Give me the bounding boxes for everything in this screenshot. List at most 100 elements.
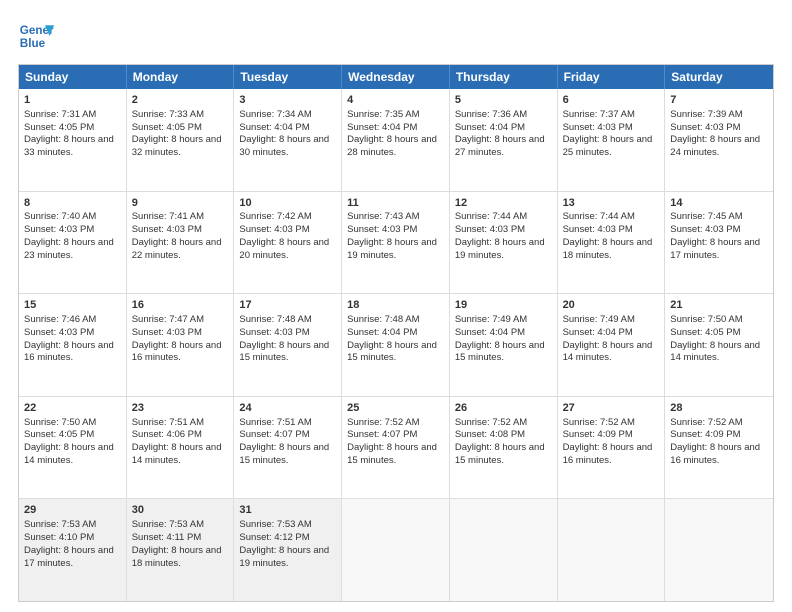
cal-cell: 18Sunrise: 7:48 AMSunset: 4:04 PMDayligh…	[342, 294, 450, 396]
sunset: Sunset: 4:03 PM	[132, 224, 202, 235]
cal-cell: 6Sunrise: 7:37 AMSunset: 4:03 PMDaylight…	[558, 89, 666, 191]
sunset: Sunset: 4:04 PM	[239, 122, 309, 133]
daylight: Daylight: 8 hours and 33 minutes.	[24, 134, 114, 158]
sunset: Sunset: 4:03 PM	[455, 224, 525, 235]
day-number: 24	[239, 401, 336, 416]
day-number: 31	[239, 503, 336, 518]
cal-cell: 4Sunrise: 7:35 AMSunset: 4:04 PMDaylight…	[342, 89, 450, 191]
cal-cell: 16Sunrise: 7:47 AMSunset: 4:03 PMDayligh…	[127, 294, 235, 396]
sunset: Sunset: 4:03 PM	[347, 224, 417, 235]
cal-cell: 27Sunrise: 7:52 AMSunset: 4:09 PMDayligh…	[558, 397, 666, 499]
day-number: 21	[670, 298, 768, 313]
cal-cell: 1Sunrise: 7:31 AM Sunset: 4:05 PMDaylight…	[19, 89, 127, 191]
day-number: 8	[24, 196, 121, 211]
sunset: Sunset: 4:04 PM	[563, 327, 633, 338]
daylight: Daylight: 8 hours and 19 minutes.	[239, 545, 329, 569]
day-number: 22	[24, 401, 121, 416]
logo-icon: General Blue	[18, 18, 54, 54]
daylight: Daylight: 8 hours and 17 minutes.	[24, 545, 114, 569]
cal-cell: 2Sunrise: 7:33 AMSunset: 4:05 PMDaylight…	[127, 89, 235, 191]
dow-saturday: Saturday	[665, 65, 773, 89]
logo: General Blue	[18, 18, 54, 54]
sunrise: Sunrise: 7:46 AM	[24, 314, 96, 325]
sunset: Sunset: 4:03 PM	[132, 327, 202, 338]
sunrise: Sunrise: 7:51 AM	[132, 417, 204, 428]
day-number: 16	[132, 298, 229, 313]
sunset: Sunset: 4:09 PM	[563, 429, 633, 440]
sunset: Sunset: 4:08 PM	[455, 429, 525, 440]
daylight: Daylight: 8 hours and 14 minutes.	[24, 442, 114, 466]
daylight: Daylight: 8 hours and 15 minutes.	[239, 340, 329, 364]
day-number: 10	[239, 196, 336, 211]
sunrise: Sunrise: 7:43 AM	[347, 211, 419, 222]
daylight: Daylight: 8 hours and 30 minutes.	[239, 134, 329, 158]
sunrise: Sunrise: 7:36 AM	[455, 109, 527, 120]
sunrise: Sunrise: 7:52 AM	[347, 417, 419, 428]
dow-sunday: Sunday	[19, 65, 127, 89]
daylight: Daylight: 8 hours and 22 minutes.	[132, 237, 222, 261]
sunset: Sunset: 4:06 PM	[132, 429, 202, 440]
cal-cell	[665, 499, 773, 601]
day-number: 20	[563, 298, 660, 313]
daylight: Daylight: 8 hours and 14 minutes.	[132, 442, 222, 466]
dow-thursday: Thursday	[450, 65, 558, 89]
cal-cell	[342, 499, 450, 601]
sunset: Sunset: 4:07 PM	[239, 429, 309, 440]
sunrise: Sunrise: 7:34 AM	[239, 109, 311, 120]
daylight: Daylight: 8 hours and 16 minutes.	[24, 340, 114, 364]
daylight: Daylight: 8 hours and 17 minutes.	[670, 237, 760, 261]
sunset: Sunset: 4:09 PM	[670, 429, 740, 440]
cal-cell: 13Sunrise: 7:44 AMSunset: 4:03 PMDayligh…	[558, 192, 666, 294]
day-number: 3	[239, 93, 336, 108]
calendar: Sunday Monday Tuesday Wednesday Thursday…	[18, 64, 774, 602]
page: General Blue Sunday Monday Tuesday Wedne…	[0, 0, 792, 612]
daylight: Daylight: 8 hours and 15 minutes.	[455, 442, 545, 466]
day-number: 18	[347, 298, 444, 313]
day-number: 13	[563, 196, 660, 211]
daylight: Daylight: 8 hours and 14 minutes.	[670, 340, 760, 364]
cal-cell: 30Sunrise: 7:53 AMSunset: 4:11 PMDayligh…	[127, 499, 235, 601]
week-row-5: 29Sunrise: 7:53 AMSunset: 4:10 PMDayligh…	[19, 498, 773, 601]
cal-cell: 29Sunrise: 7:53 AMSunset: 4:10 PMDayligh…	[19, 499, 127, 601]
cal-cell: 21Sunrise: 7:50 AMSunset: 4:05 PMDayligh…	[665, 294, 773, 396]
day-number: 5	[455, 93, 552, 108]
cal-cell: 10Sunrise: 7:42 AMSunset: 4:03 PMDayligh…	[234, 192, 342, 294]
sunrise: Sunrise: 7:41 AM	[132, 211, 204, 222]
sunset: Sunset: 4:04 PM	[455, 122, 525, 133]
day-number: 25	[347, 401, 444, 416]
sunrise: Sunrise: 7:48 AM	[347, 314, 419, 325]
sunset: Sunset: 4:05 PM	[24, 122, 94, 133]
day-number: 1	[24, 93, 121, 108]
day-number: 23	[132, 401, 229, 416]
day-number: 7	[670, 93, 768, 108]
sunset: Sunset: 4:10 PM	[24, 532, 94, 543]
sunrise: Sunrise: 7:33 AM	[132, 109, 204, 120]
daylight: Daylight: 8 hours and 19 minutes.	[347, 237, 437, 261]
daylight: Daylight: 8 hours and 20 minutes.	[239, 237, 329, 261]
daylight: Daylight: 8 hours and 24 minutes.	[670, 134, 760, 158]
daylight: Daylight: 8 hours and 14 minutes.	[563, 340, 653, 364]
sunrise: Sunrise: 7:50 AM	[24, 417, 96, 428]
sunrise: Sunrise: 7:31 AM	[24, 109, 96, 120]
day-number: 14	[670, 196, 768, 211]
sunrise: Sunrise: 7:53 AM	[239, 519, 311, 530]
sunset: Sunset: 4:12 PM	[239, 532, 309, 543]
sunrise: Sunrise: 7:42 AM	[239, 211, 311, 222]
calendar-header: Sunday Monday Tuesday Wednesday Thursday…	[19, 65, 773, 89]
sunrise: Sunrise: 7:50 AM	[670, 314, 742, 325]
sunrise: Sunrise: 7:44 AM	[563, 211, 635, 222]
sunrise: Sunrise: 7:53 AM	[132, 519, 204, 530]
cal-cell: 11Sunrise: 7:43 AMSunset: 4:03 PMDayligh…	[342, 192, 450, 294]
cal-cell: 26Sunrise: 7:52 AMSunset: 4:08 PMDayligh…	[450, 397, 558, 499]
sunrise: Sunrise: 7:40 AM	[24, 211, 96, 222]
cal-cell: 9Sunrise: 7:41 AMSunset: 4:03 PMDaylight…	[127, 192, 235, 294]
cal-cell: 28Sunrise: 7:52 AMSunset: 4:09 PMDayligh…	[665, 397, 773, 499]
cal-cell: 20Sunrise: 7:49 AMSunset: 4:04 PMDayligh…	[558, 294, 666, 396]
cal-cell: 12Sunrise: 7:44 AMSunset: 4:03 PMDayligh…	[450, 192, 558, 294]
sunrise: Sunrise: 7:44 AM	[455, 211, 527, 222]
sunrise: Sunrise: 7:52 AM	[670, 417, 742, 428]
cal-cell	[450, 499, 558, 601]
day-number: 15	[24, 298, 121, 313]
week-row-3: 15Sunrise: 7:46 AM Sunset: 4:03 PM Dayligh…	[19, 293, 773, 396]
sunset: Sunset: 4:03 PM	[563, 122, 633, 133]
